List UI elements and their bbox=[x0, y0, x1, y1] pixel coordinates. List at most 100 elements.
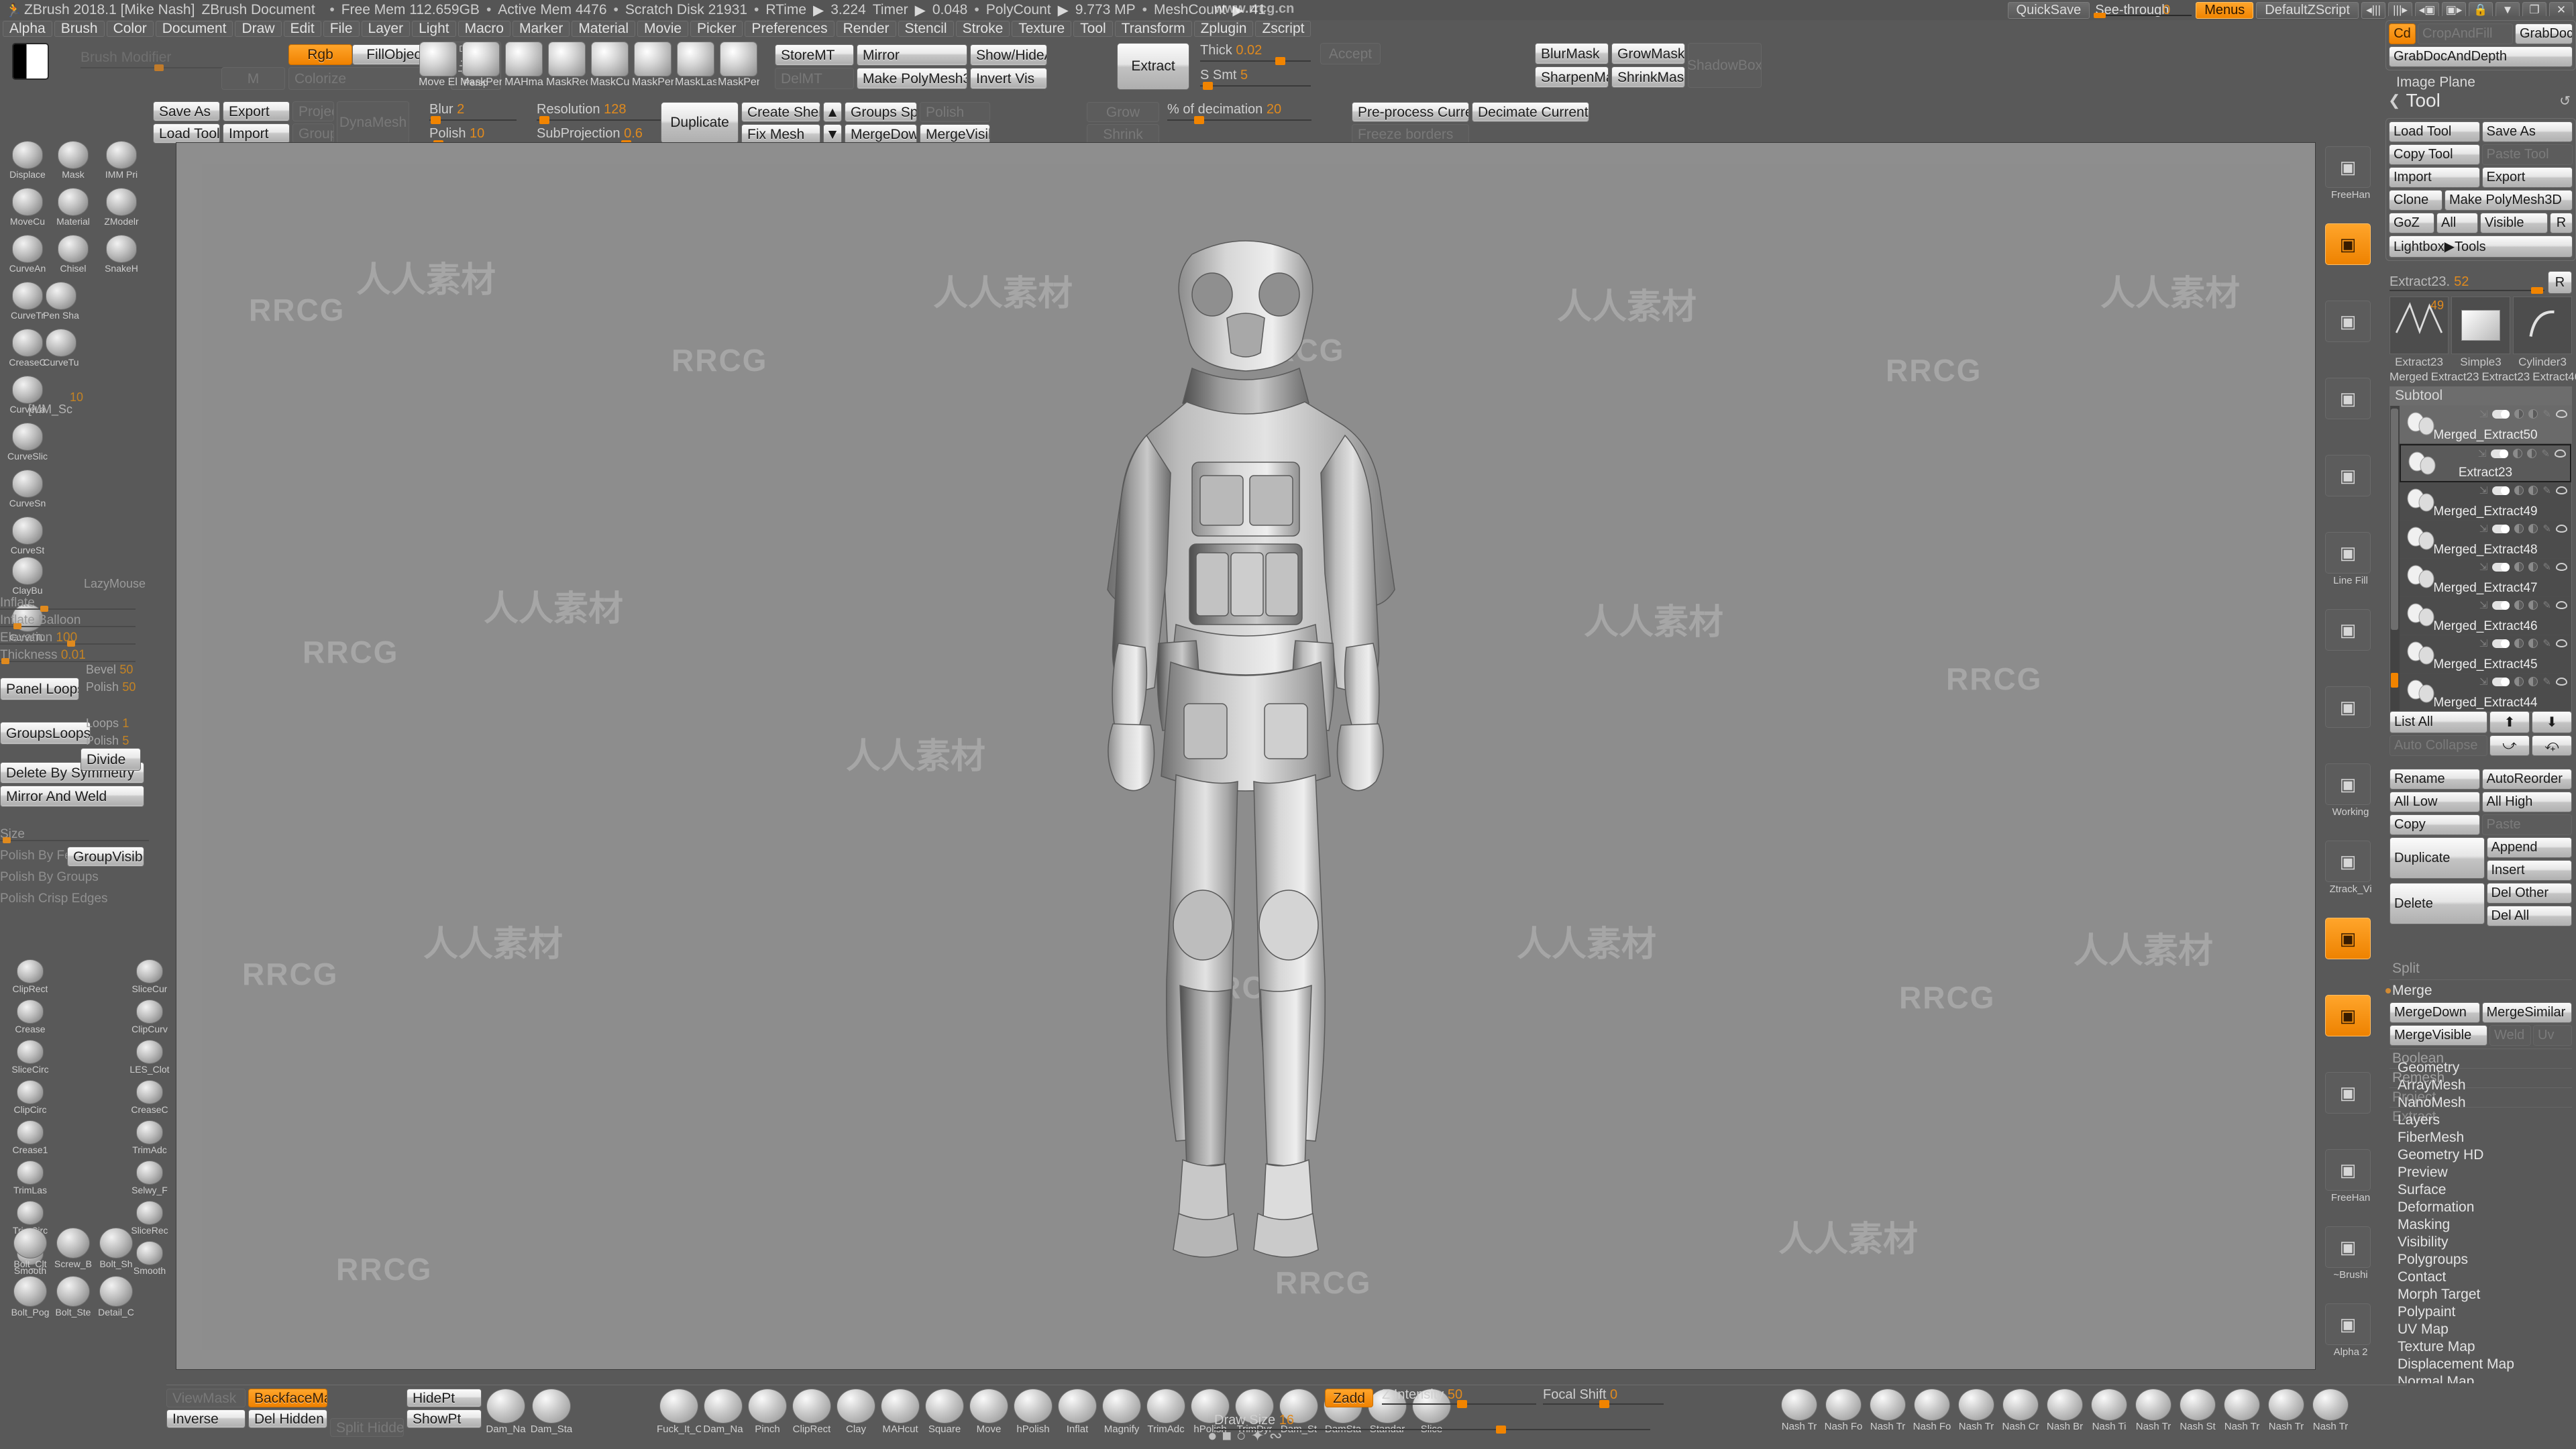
blur-knob[interactable] bbox=[431, 116, 441, 124]
goz-button[interactable]: GoZ bbox=[2389, 213, 2434, 233]
subtool-smooth-icon[interactable] bbox=[2528, 600, 2538, 610]
canvas-tool-freehand2-icon[interactable]: ▣ bbox=[2325, 1149, 2371, 1191]
merged-item-2[interactable]: Extract46 bbox=[2532, 370, 2576, 384]
palette-row-fibermesh[interactable]: FiberMesh bbox=[2385, 1129, 2576, 1146]
tool-thumb-2[interactable] bbox=[2513, 297, 2572, 354]
subtool-arrow-icon[interactable]: ⇲ bbox=[2479, 408, 2488, 420]
menu-item-tool[interactable]: Tool bbox=[1073, 21, 1113, 37]
subtool-visibility-controls[interactable]: ⇲ ✎ bbox=[2478, 447, 2566, 460]
sphere-icon[interactable]: ● bbox=[1208, 1427, 1218, 1446]
canvas-tool-linefill-icon[interactable]: ▣ bbox=[2325, 532, 2371, 574]
paste-button[interactable]: Paste bbox=[2481, 814, 2572, 835]
merge-section[interactable]: Merge bbox=[2385, 981, 2572, 1000]
ssmt-slider[interactable]: S Smt 5 bbox=[1200, 68, 1311, 91]
bottom-right-brush-9[interactable]: Nash St bbox=[2176, 1389, 2219, 1437]
subtool-paint-icon[interactable]: ✎ bbox=[2541, 447, 2550, 460]
blur-mask-button[interactable]: BlurMask bbox=[1535, 43, 1609, 64]
bottom-brush-0[interactable]: Fuck_It_C bbox=[657, 1389, 701, 1437]
shelf-brush-1[interactable]: MaskPen bbox=[460, 42, 502, 90]
palette-row-contact[interactable]: Contact bbox=[2385, 1269, 2576, 1286]
left-bolt-brush-5[interactable]: Detail_C bbox=[95, 1276, 137, 1318]
decimate-current-button[interactable]: Decimate Current bbox=[1472, 102, 1589, 122]
bottom-brush-5[interactable]: MAHcut bbox=[879, 1389, 922, 1437]
left-brush-18[interactable]: SnakeH bbox=[101, 235, 142, 276]
left-brush-11[interactable]: Chisel bbox=[52, 235, 94, 276]
palette-row-uv-map[interactable]: UV Map bbox=[2385, 1321, 2576, 1338]
left-tool-brush-11[interactable]: Selwy_F bbox=[129, 1161, 170, 1202]
mirror-button[interactable]: Mirror bbox=[857, 44, 967, 66]
left-tool-brush-5[interactable]: LES_Clot bbox=[129, 1040, 170, 1081]
left-brush-8[interactable]: CurveSt bbox=[7, 517, 48, 558]
menu-item-alpha[interactable]: Alpha bbox=[3, 21, 52, 37]
bottom-brush-2[interactable]: Pinch bbox=[746, 1389, 789, 1437]
subtool-paint-icon[interactable]: ✎ bbox=[2542, 676, 2551, 688]
palette-row-layers[interactable]: Layers bbox=[2385, 1112, 2576, 1129]
left-tool-brush-2[interactable]: Crease bbox=[9, 1000, 51, 1041]
bottom-brush-10[interactable]: Magnify bbox=[1100, 1389, 1143, 1437]
goz-all-button[interactable]: All bbox=[2436, 213, 2478, 233]
subtool-item[interactable]: ⇲ ✎ Extract23 bbox=[2400, 444, 2571, 482]
shelf-brush-2[interactable]: MAHma bbox=[503, 42, 545, 90]
star-icon[interactable]: ✦ bbox=[1251, 1426, 1265, 1446]
accept-button[interactable]: Accept bbox=[1320, 43, 1381, 64]
menu-item-preferences[interactable]: Preferences bbox=[745, 21, 835, 37]
left-tool-brush-10[interactable]: TrimLas bbox=[9, 1161, 51, 1202]
grabdoc-and-depth-button[interactable]: GrabDocAndDepth bbox=[2389, 46, 2573, 67]
auto-reorder-button[interactable]: AutoReorder bbox=[2481, 769, 2572, 790]
subtool-toggle-icon[interactable] bbox=[2492, 524, 2510, 533]
inflate-balloon-knob[interactable] bbox=[13, 623, 21, 629]
loops-slider[interactable]: Loops 1 bbox=[86, 716, 156, 731]
split-section[interactable]: Split bbox=[2390, 959, 2572, 978]
export-button[interactable]: Export bbox=[223, 101, 290, 121]
bottom-right-brush-1[interactable]: Nash Fo bbox=[1822, 1389, 1865, 1437]
menu-item-picker[interactable]: Picker bbox=[690, 21, 743, 37]
left-tool-brush-6[interactable]: ClipCirc bbox=[9, 1080, 51, 1122]
subtool-smooth-icon[interactable] bbox=[2528, 639, 2538, 648]
shrink-button[interactable]: Shrink bbox=[1087, 124, 1159, 144]
show-pt-button[interactable]: ShowPt bbox=[407, 1409, 482, 1428]
canvas-tool-persp-icon[interactable]: ▣ bbox=[2325, 223, 2371, 265]
bottom-right-brush-3[interactable]: Nash Fo bbox=[1911, 1389, 1953, 1437]
focal-shift-knob[interactable] bbox=[1599, 1400, 1609, 1408]
menu-item-texture[interactable]: Texture bbox=[1012, 21, 1072, 37]
palette-row-geometry-hd[interactable]: Geometry HD bbox=[2385, 1146, 2576, 1164]
subtool-smooth-icon[interactable] bbox=[2528, 562, 2538, 572]
left-brush-16[interactable]: IMM Pri bbox=[101, 141, 142, 182]
invert-vis-button[interactable]: Invert Vis bbox=[970, 68, 1047, 89]
subtool-polyf-icon[interactable] bbox=[2514, 524, 2524, 533]
bottom-right-brush-4[interactable]: Nash Tr bbox=[1955, 1389, 1998, 1437]
bottom-right-brush-12[interactable]: Nash Tr bbox=[2309, 1389, 2352, 1437]
shelf-brush-6[interactable]: MaskLas bbox=[675, 42, 716, 90]
canvas-tool-brushsize-icon[interactable]: ▣ bbox=[2325, 1226, 2371, 1268]
subtool-polyf-icon[interactable] bbox=[2514, 409, 2524, 419]
inflate-balloon-slider[interactable]: Inflate Balloon bbox=[0, 613, 141, 631]
elevation-knob[interactable] bbox=[67, 641, 75, 647]
palette-row-surface[interactable]: Surface bbox=[2385, 1181, 2576, 1199]
see-through-slider[interactable]: See-through 0 bbox=[2092, 2, 2193, 19]
bottom-brush-9[interactable]: Inflat bbox=[1056, 1389, 1099, 1437]
brush-modifier-knob[interactable] bbox=[154, 64, 164, 71]
collapse-arrow-icon[interactable]: ❮ bbox=[2388, 92, 2400, 109]
grabdoc-button[interactable]: GrabDoc bbox=[2515, 23, 2573, 44]
move-subtool-up-button[interactable]: ⬆ bbox=[2489, 711, 2530, 733]
subtool-scrollbar[interactable] bbox=[2390, 406, 2400, 712]
left-brush-0[interactable]: Displace bbox=[7, 141, 48, 182]
left-tool-brush-7[interactable]: CreaseC bbox=[129, 1080, 170, 1122]
menu-item-light[interactable]: Light bbox=[412, 21, 456, 37]
blur-slider[interactable]: Blur 2 bbox=[429, 102, 517, 125]
project-button[interactable]: Project bbox=[292, 101, 334, 121]
menu-item-stroke[interactable]: Stroke bbox=[955, 21, 1010, 37]
thick-knob[interactable] bbox=[1275, 57, 1285, 65]
subtool-arrow-icon[interactable]: ⇲ bbox=[2479, 599, 2488, 611]
menu-item-render[interactable]: Render bbox=[836, 21, 896, 37]
sharpen-mask-button[interactable]: SharpenMask bbox=[1535, 66, 1609, 88]
canvas-tool-scale-icon[interactable]: ▣ bbox=[2325, 1072, 2371, 1114]
decimation-slider[interactable]: % of decimation 20 bbox=[1167, 102, 1311, 125]
left-brush-7[interactable]: CurveSn bbox=[7, 470, 48, 511]
load-tool-button-right[interactable]: Load Tool bbox=[2389, 121, 2480, 142]
goz-visible-button[interactable]: Visible bbox=[2480, 213, 2548, 233]
subtool-smooth-icon[interactable] bbox=[2528, 524, 2538, 533]
subtool-paint-icon[interactable]: ✎ bbox=[2542, 561, 2551, 573]
subtool-item[interactable]: ⇲ ✎ Merged_Extract45 bbox=[2400, 635, 2571, 674]
bottom-brush-6[interactable]: Square bbox=[923, 1389, 966, 1437]
